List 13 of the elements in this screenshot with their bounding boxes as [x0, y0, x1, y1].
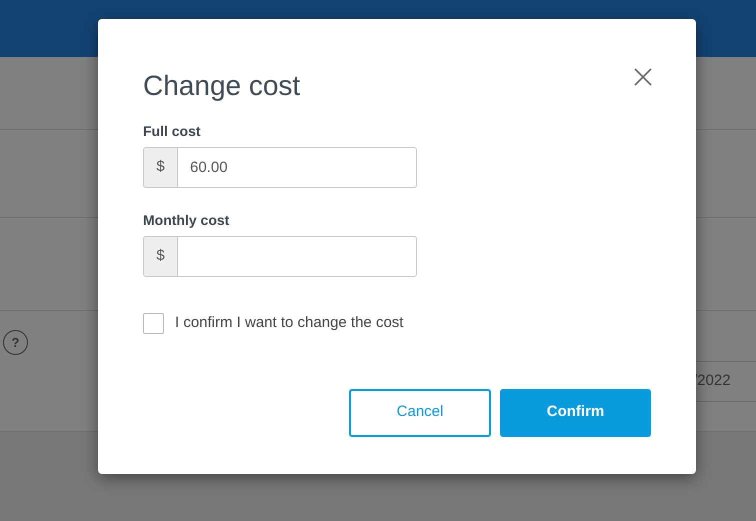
checkbox[interactable] — [143, 312, 164, 334]
input-field[interactable]: 60.00 — [178, 147, 417, 188]
help-icon[interactable]: ? — [3, 330, 28, 355]
input-field[interactable] — [178, 236, 417, 277]
close-icon[interactable] — [634, 68, 652, 86]
cancel-button[interactable]: Cancel — [349, 388, 491, 436]
currency-prefix: $ — [143, 236, 178, 277]
field-label: Monthly cost — [143, 211, 230, 230]
checkbox-label: I confirm I want to change the cost — [175, 313, 404, 333]
confirm-button[interactable]: Confirm — [500, 388, 651, 436]
dialog-title: Change cost — [143, 69, 300, 103]
field-label: Full cost — [143, 122, 202, 141]
currency-prefix: $ — [143, 147, 178, 188]
